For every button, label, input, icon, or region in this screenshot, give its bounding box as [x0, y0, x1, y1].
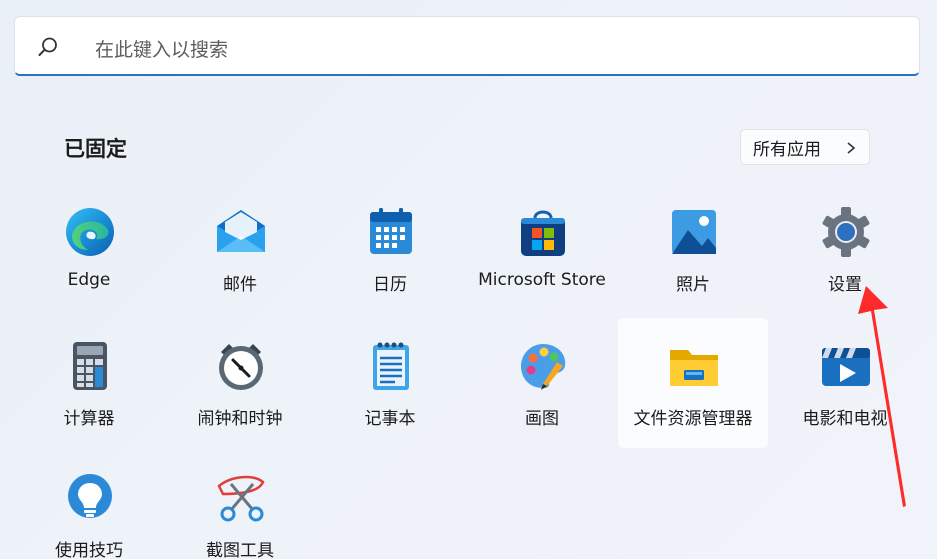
tips-lightbulb-icon: [68, 474, 112, 518]
all-apps-label: 所有应用: [753, 139, 821, 160]
app-label: 邮件: [223, 275, 257, 295]
movies-tv-icon: [822, 348, 870, 386]
app-tile-photos[interactable]: 照片: [618, 184, 768, 314]
calendar-icon: [370, 208, 412, 254]
app-tile-edge[interactable]: Edge: [14, 184, 164, 314]
search-placeholder: 在此键入以搜索: [95, 39, 229, 61]
app-label: Microsoft Store: [478, 270, 606, 290]
app-label: 截图工具: [206, 541, 274, 559]
app-tile-snipping-tool[interactable]: 截图工具: [165, 450, 315, 559]
calculator-icon: [73, 342, 107, 390]
chevron-right-icon: [847, 142, 856, 154]
app-tile-paint[interactable]: 画图: [467, 318, 617, 448]
paint-icon: [521, 344, 566, 390]
app-label: 画图: [525, 409, 559, 429]
app-tile-file-explorer[interactable]: 文件资源管理器: [618, 318, 768, 448]
app-label: Edge: [67, 270, 111, 290]
app-label: 设置: [828, 275, 862, 295]
mail-icon: [217, 210, 265, 252]
pinned-title: 已固定: [64, 137, 127, 161]
app-tile-notepad[interactable]: 记事本: [315, 318, 465, 448]
app-tile-calculator[interactable]: 计算器: [14, 318, 164, 448]
app-label: 文件资源管理器: [633, 409, 753, 429]
snipping-tool-icon: [217, 475, 265, 522]
app-label: 计算器: [63, 409, 115, 429]
search-icon: [38, 37, 57, 56]
app-tile-mail[interactable]: 邮件: [165, 184, 315, 314]
app-tile-microsoft-store[interactable]: Microsoft Store: [467, 184, 617, 314]
store-icon: [521, 210, 565, 256]
app-tile-tips[interactable]: 使用技巧: [14, 450, 164, 559]
app-label: 照片: [676, 275, 710, 295]
app-tile-settings[interactable]: 设置: [770, 184, 920, 314]
photos-icon: [672, 210, 716, 254]
edge-icon: [66, 208, 114, 256]
settings-gear-icon: [822, 207, 870, 257]
app-tile-movies-tv[interactable]: 电影和电视: [770, 318, 920, 448]
app-label: 电影和电视: [802, 409, 888, 429]
app-label: 记事本: [364, 409, 416, 429]
search-box[interactable]: 在此键入以搜索: [14, 16, 920, 76]
app-tile-calendar[interactable]: 日历: [315, 184, 465, 314]
app-label: 日历: [373, 275, 407, 295]
folder-icon: [670, 350, 718, 386]
all-apps-button[interactable]: 所有应用: [740, 129, 870, 165]
alarm-clock-icon: [219, 344, 263, 390]
app-label: 闹钟和时钟: [197, 409, 283, 429]
app-label: 使用技巧: [55, 541, 123, 559]
notepad-icon: [373, 342, 409, 390]
app-tile-alarms-clock[interactable]: 闹钟和时钟: [165, 318, 315, 448]
